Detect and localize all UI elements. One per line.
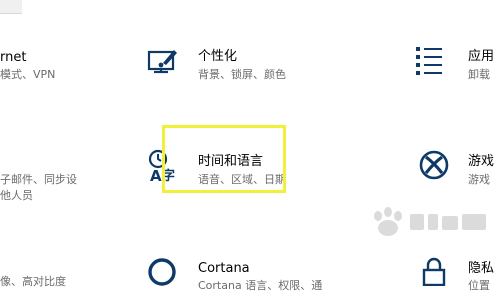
search-box-edge[interactable]: [0, 0, 22, 14]
tile-cortana[interactable]: Cortana Cortana 语言、权限、通: [140, 252, 330, 292]
tile-network-title: rnet: [0, 50, 27, 65]
tile-personalization[interactable]: 个性化 背景、锁屏、颜色: [140, 40, 320, 86]
tile-cortana-title: Cortana: [198, 261, 250, 276]
tile-privacy-desc: 位置: [468, 279, 490, 292]
baidu-jingyan-watermark-icon: [368, 206, 492, 244]
tile-ease-of-access[interactable]: 像、高对比度: [0, 270, 120, 288]
tile-ease-of-access-desc: 像、高对比度: [0, 275, 66, 288]
svg-text:A: A: [150, 167, 162, 185]
tile-apps[interactable]: 应用 卸载: [410, 40, 495, 86]
tile-accounts-desc-line1: 子邮件、同步设: [0, 173, 77, 186]
tile-personalization-title: 个性化: [198, 49, 238, 64]
tile-accounts-desc-line2: 他人员: [0, 189, 33, 202]
tile-network[interactable]: rnet 模式、VPN: [0, 40, 120, 84]
tile-privacy[interactable]: 隐私 位置: [410, 252, 495, 292]
tile-apps-title: 应用: [468, 49, 495, 64]
personalization-icon: [146, 46, 178, 80]
xbox-icon: [418, 149, 450, 181]
tile-gaming-desc: 游戏: [468, 173, 490, 186]
tile-accounts[interactable]: 子邮件、同步设 他人员: [0, 165, 120, 209]
tile-apps-desc: 卸载: [468, 68, 490, 81]
tile-personalization-desc: 背景、锁屏、颜色: [198, 68, 286, 81]
highlight-box: [162, 125, 286, 193]
tile-gaming-title: 游戏: [468, 154, 495, 169]
tile-privacy-title: 隐私: [468, 261, 495, 276]
cortana-icon: [146, 256, 178, 288]
tile-network-desc: 模式、VPN: [0, 68, 56, 81]
lock-icon: [420, 256, 448, 286]
apps-icon: [412, 42, 448, 78]
tile-gaming[interactable]: 游戏 游戏: [410, 145, 495, 191]
tile-cortana-desc: Cortana 语言、权限、通: [198, 279, 323, 292]
